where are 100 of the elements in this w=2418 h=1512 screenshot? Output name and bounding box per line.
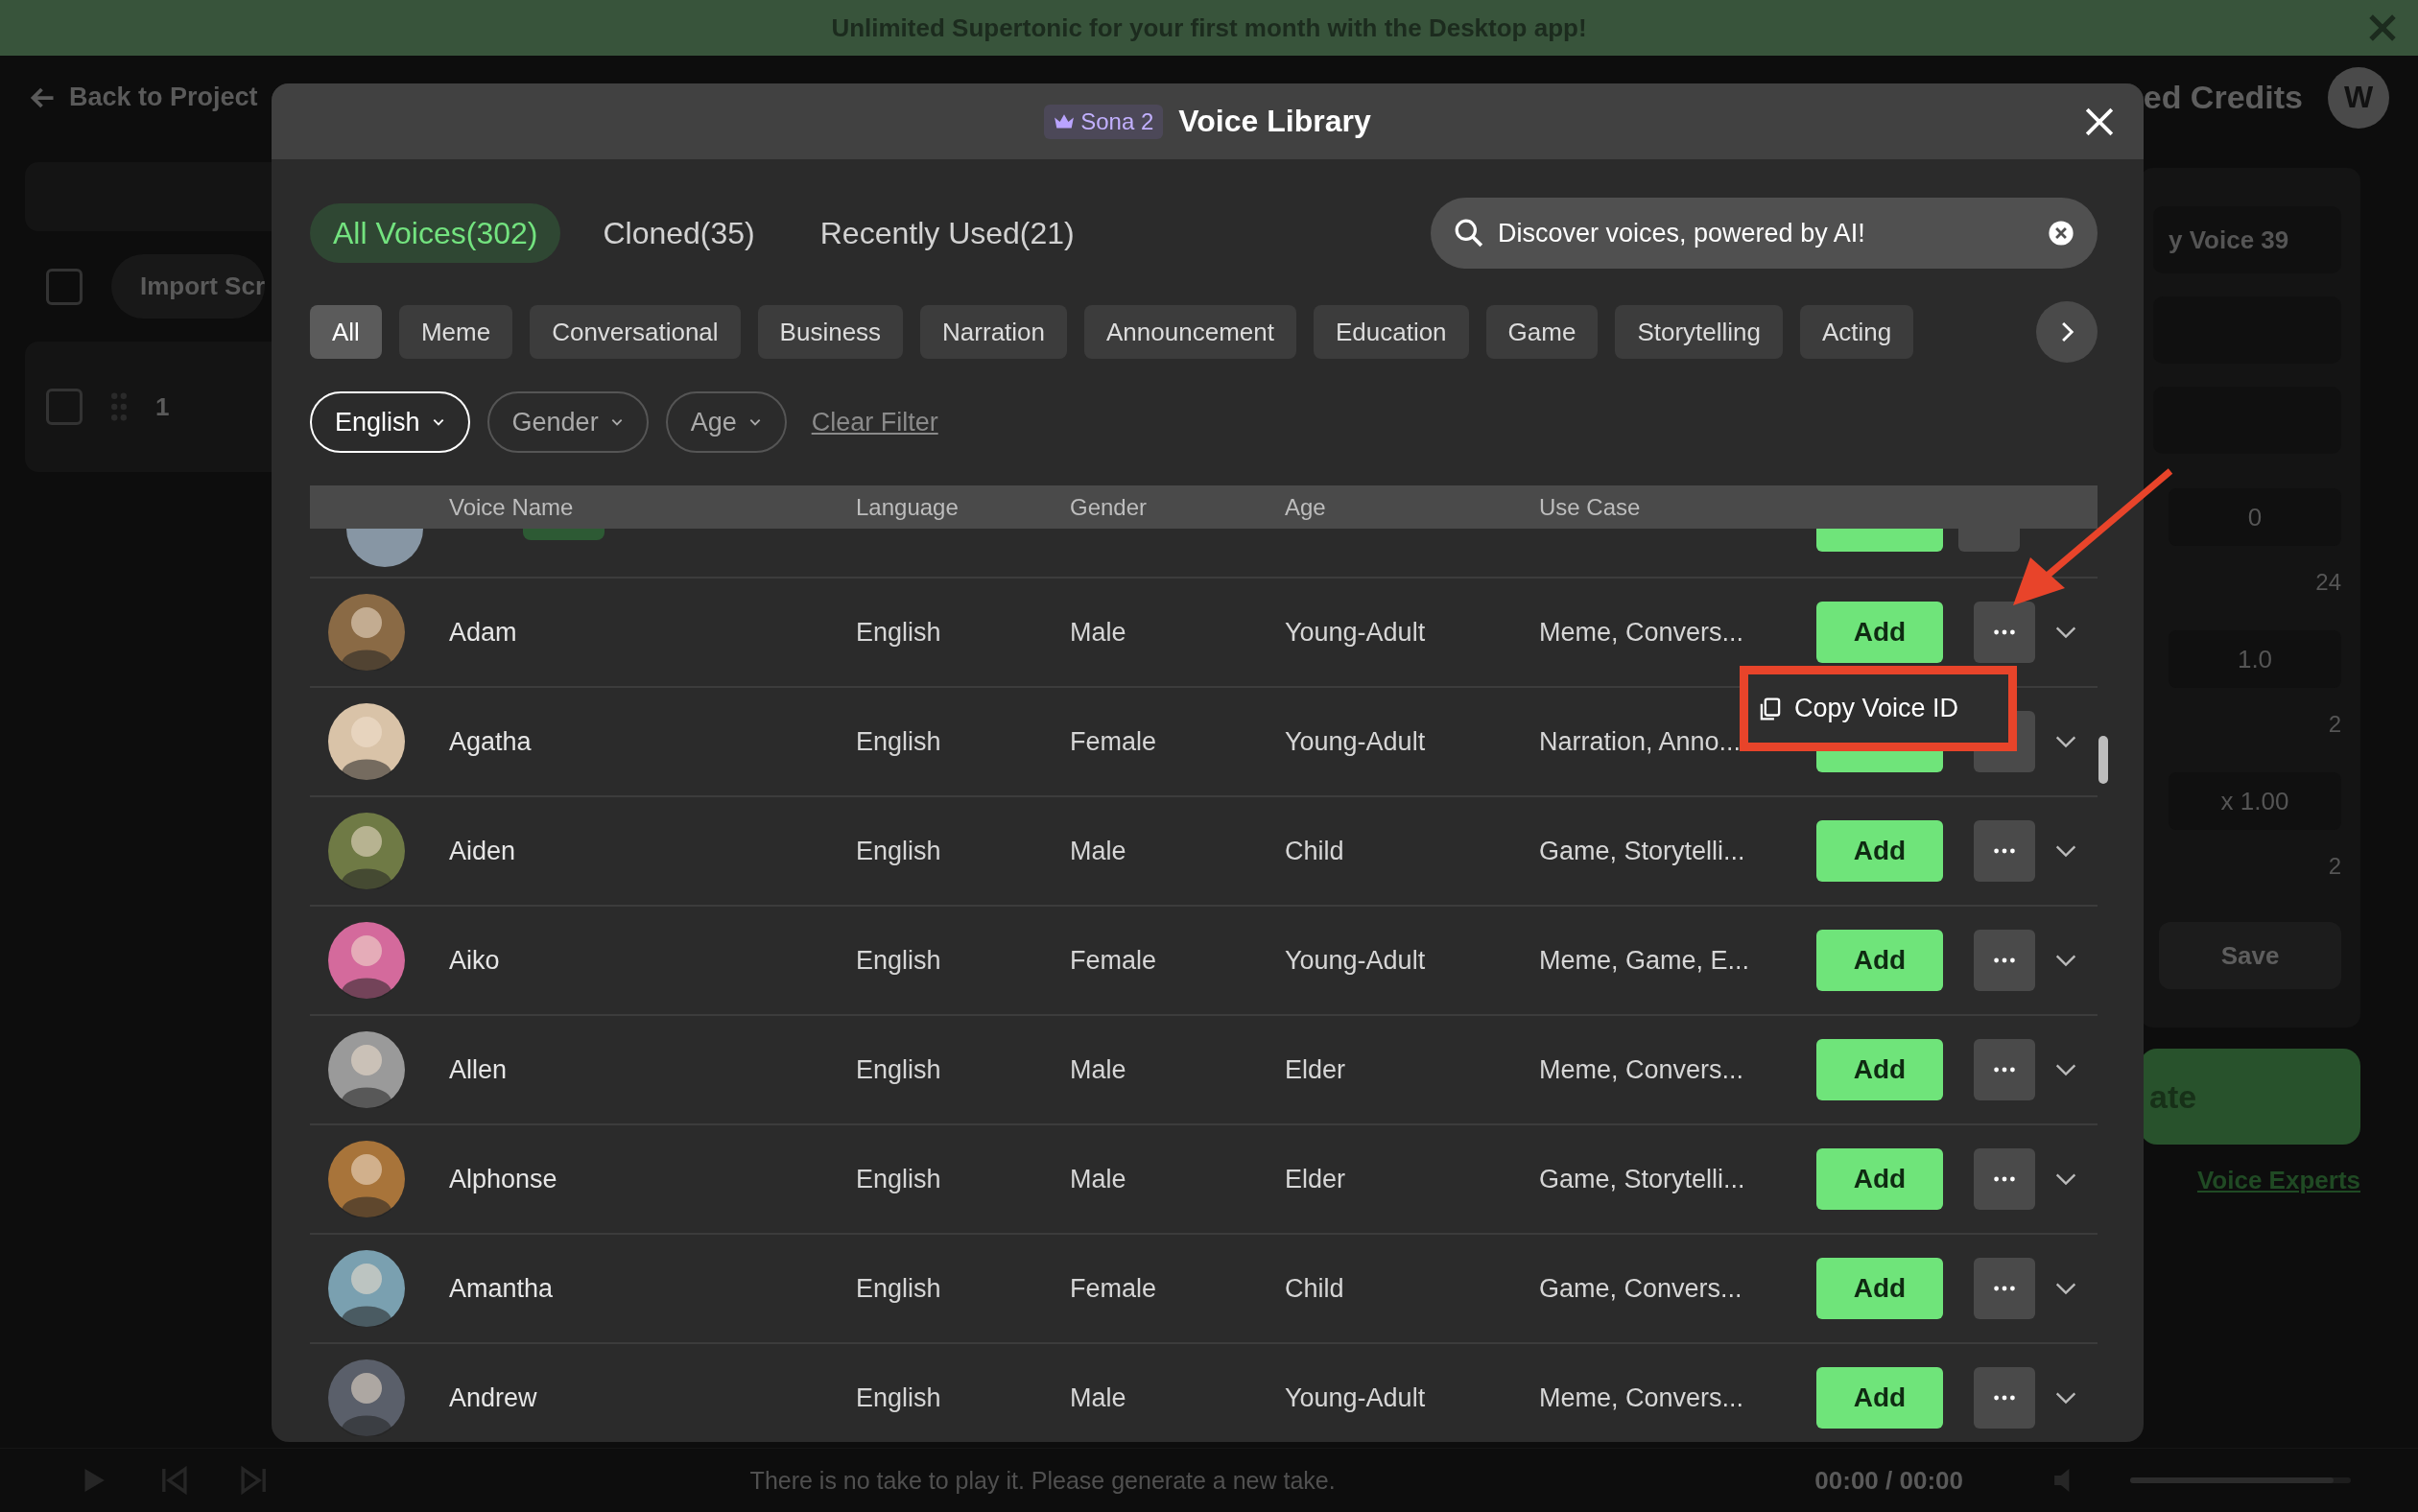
more-button[interactable] (1974, 930, 2035, 991)
column-header: Language (856, 493, 960, 521)
expand-icon[interactable] (2054, 626, 2077, 639)
table-cell-text: Male (1070, 1164, 1127, 1194)
table-cell-text: Female (1070, 945, 1158, 976)
caret-icon (431, 417, 445, 427)
dialog-title: Voice Library (1178, 104, 1371, 139)
more-button[interactable] (1974, 1258, 2035, 1319)
clear-icon[interactable] (2048, 220, 2074, 247)
ellipsis-icon (1993, 957, 2016, 964)
table-cell-text: English (856, 617, 942, 648)
voice-name: Amantha (449, 1273, 555, 1304)
voice-name: Alphonse (449, 1164, 558, 1194)
add-button[interactable]: Add (1816, 820, 1943, 882)
copy-icon (1758, 696, 1783, 721)
badge-text: Sona 2 (1080, 107, 1154, 135)
clear-filter-link[interactable]: Clear Filter (811, 407, 938, 437)
column-header: Voice Name (449, 493, 575, 521)
tab[interactable]: All Voices(302) (310, 203, 561, 263)
filter-dropdown[interactable]: English (310, 391, 470, 453)
add-button[interactable] (1816, 529, 1943, 552)
caret-icon (747, 417, 762, 427)
more-button[interactable] (1974, 1148, 2035, 1210)
category-chip[interactable]: Business (757, 305, 904, 359)
category-chip[interactable]: Game (1485, 305, 1599, 359)
table-cell-text: Game, Storytelli... (1539, 1164, 1746, 1194)
ellipsis-icon (1993, 1175, 2016, 1183)
checkbox[interactable] (46, 389, 83, 425)
add-button[interactable]: Add (1816, 1148, 1943, 1210)
more-button[interactable] (1974, 1367, 2035, 1429)
add-button[interactable]: Add (1816, 1039, 1943, 1100)
category-chip[interactable]: Narration (920, 305, 1068, 359)
table-cell-text: Meme, Convers... (1539, 1054, 1745, 1085)
menu-item[interactable]: Copy Voice ID (1748, 674, 1969, 743)
table-cell-text: English (856, 1054, 942, 1085)
tab[interactable]: Cloned(35) (580, 203, 778, 263)
search-text: Discover voices, powered by AI! (1498, 218, 1866, 248)
max-label: 24 (2315, 569, 2341, 596)
voice-name: Andrew (449, 1382, 538, 1413)
table-cell-text: Young-Adult (1285, 726, 1427, 757)
ellipsis-icon (1993, 628, 2016, 636)
add-button[interactable]: Add (1816, 1367, 1943, 1429)
category-chip[interactable]: Education (1313, 305, 1469, 359)
filter-dropdown[interactable]: Gender (486, 391, 649, 453)
search-field[interactable]: Discover voices, powered by AI! (1431, 198, 2098, 269)
ellipsis-icon (1993, 1394, 2016, 1402)
expand-icon[interactable] (2054, 1172, 2077, 1186)
table-cell-text: Child (1285, 1273, 1345, 1304)
caret-icon (609, 417, 624, 427)
more-button[interactable] (1958, 529, 2020, 552)
checkbox[interactable] (46, 268, 83, 305)
column-header: Use Case (1539, 493, 1642, 521)
expand-icon[interactable] (2054, 954, 2077, 967)
add-button[interactable]: Add (1816, 602, 1943, 663)
credits-label: ed Credits (2143, 79, 2303, 116)
table-cell-text: English (856, 836, 942, 866)
table-cell-text: English (856, 945, 942, 976)
expand-icon[interactable] (2054, 844, 2077, 858)
expand-icon[interactable] (2054, 1282, 2077, 1295)
category-chip[interactable]: Meme (398, 305, 513, 359)
volume-slider[interactable] (2130, 1477, 2351, 1483)
column-header: Gender (1070, 493, 1149, 521)
add-button[interactable]: Add (1816, 930, 1943, 991)
expand-icon[interactable] (2054, 1063, 2077, 1076)
category-chip[interactable]: All (310, 305, 382, 359)
add-button[interactable]: Add (1816, 1258, 1943, 1319)
table-cell-text: Child (1285, 836, 1345, 866)
tab[interactable]: Recently Used(21) (796, 203, 1098, 263)
column-header: Age (1285, 493, 1327, 521)
table-cell-text: Meme, Convers... (1539, 1382, 1745, 1413)
table-cell-text: Elder (1285, 1054, 1347, 1085)
more-button[interactable] (1974, 1039, 2035, 1100)
more-button[interactable] (1974, 820, 2035, 882)
table-cell-text: Young-Adult (1285, 617, 1427, 648)
scrollbar[interactable] (2098, 736, 2108, 784)
category-chip[interactable]: Conversational (530, 305, 741, 359)
close-icon[interactable] (2084, 106, 2115, 137)
table-cell-text: Elder (1285, 1164, 1347, 1194)
expand-icon[interactable] (2054, 1391, 2077, 1405)
max-label: 2 (2328, 853, 2341, 880)
max-label: 2 (2328, 711, 2341, 738)
table-cell-text: Meme, Convers... (1539, 617, 1745, 648)
expand-icon[interactable] (2054, 735, 2077, 748)
more-button[interactable] (1974, 602, 2035, 663)
time-label: 00:00 / 00:00 (1814, 1465, 1963, 1496)
table-cell-text: Narration, Anno... (1539, 726, 1742, 757)
voice-name: Agatha (449, 726, 533, 757)
voice-name: Aiden (449, 836, 517, 866)
table-cell-text: English (856, 1273, 942, 1304)
category-chip[interactable]: Storytelling (1615, 305, 1784, 359)
category-chip[interactable]: Announcement (1084, 305, 1296, 359)
category-chip[interactable]: Acting (1800, 305, 1914, 359)
filter-dropdown[interactable]: Age (665, 391, 787, 453)
table-cell-text: Female (1070, 726, 1158, 757)
player-message: There is no take to play it. Please generate a new take. (748, 1466, 1337, 1495)
ellipsis-icon (1993, 1066, 2016, 1074)
table-cell-text: Young-Adult (1285, 945, 1427, 976)
ellipsis-icon (1993, 847, 2016, 855)
row-number: 1 (155, 391, 170, 422)
table-cell-text: Female (1070, 1273, 1158, 1304)
